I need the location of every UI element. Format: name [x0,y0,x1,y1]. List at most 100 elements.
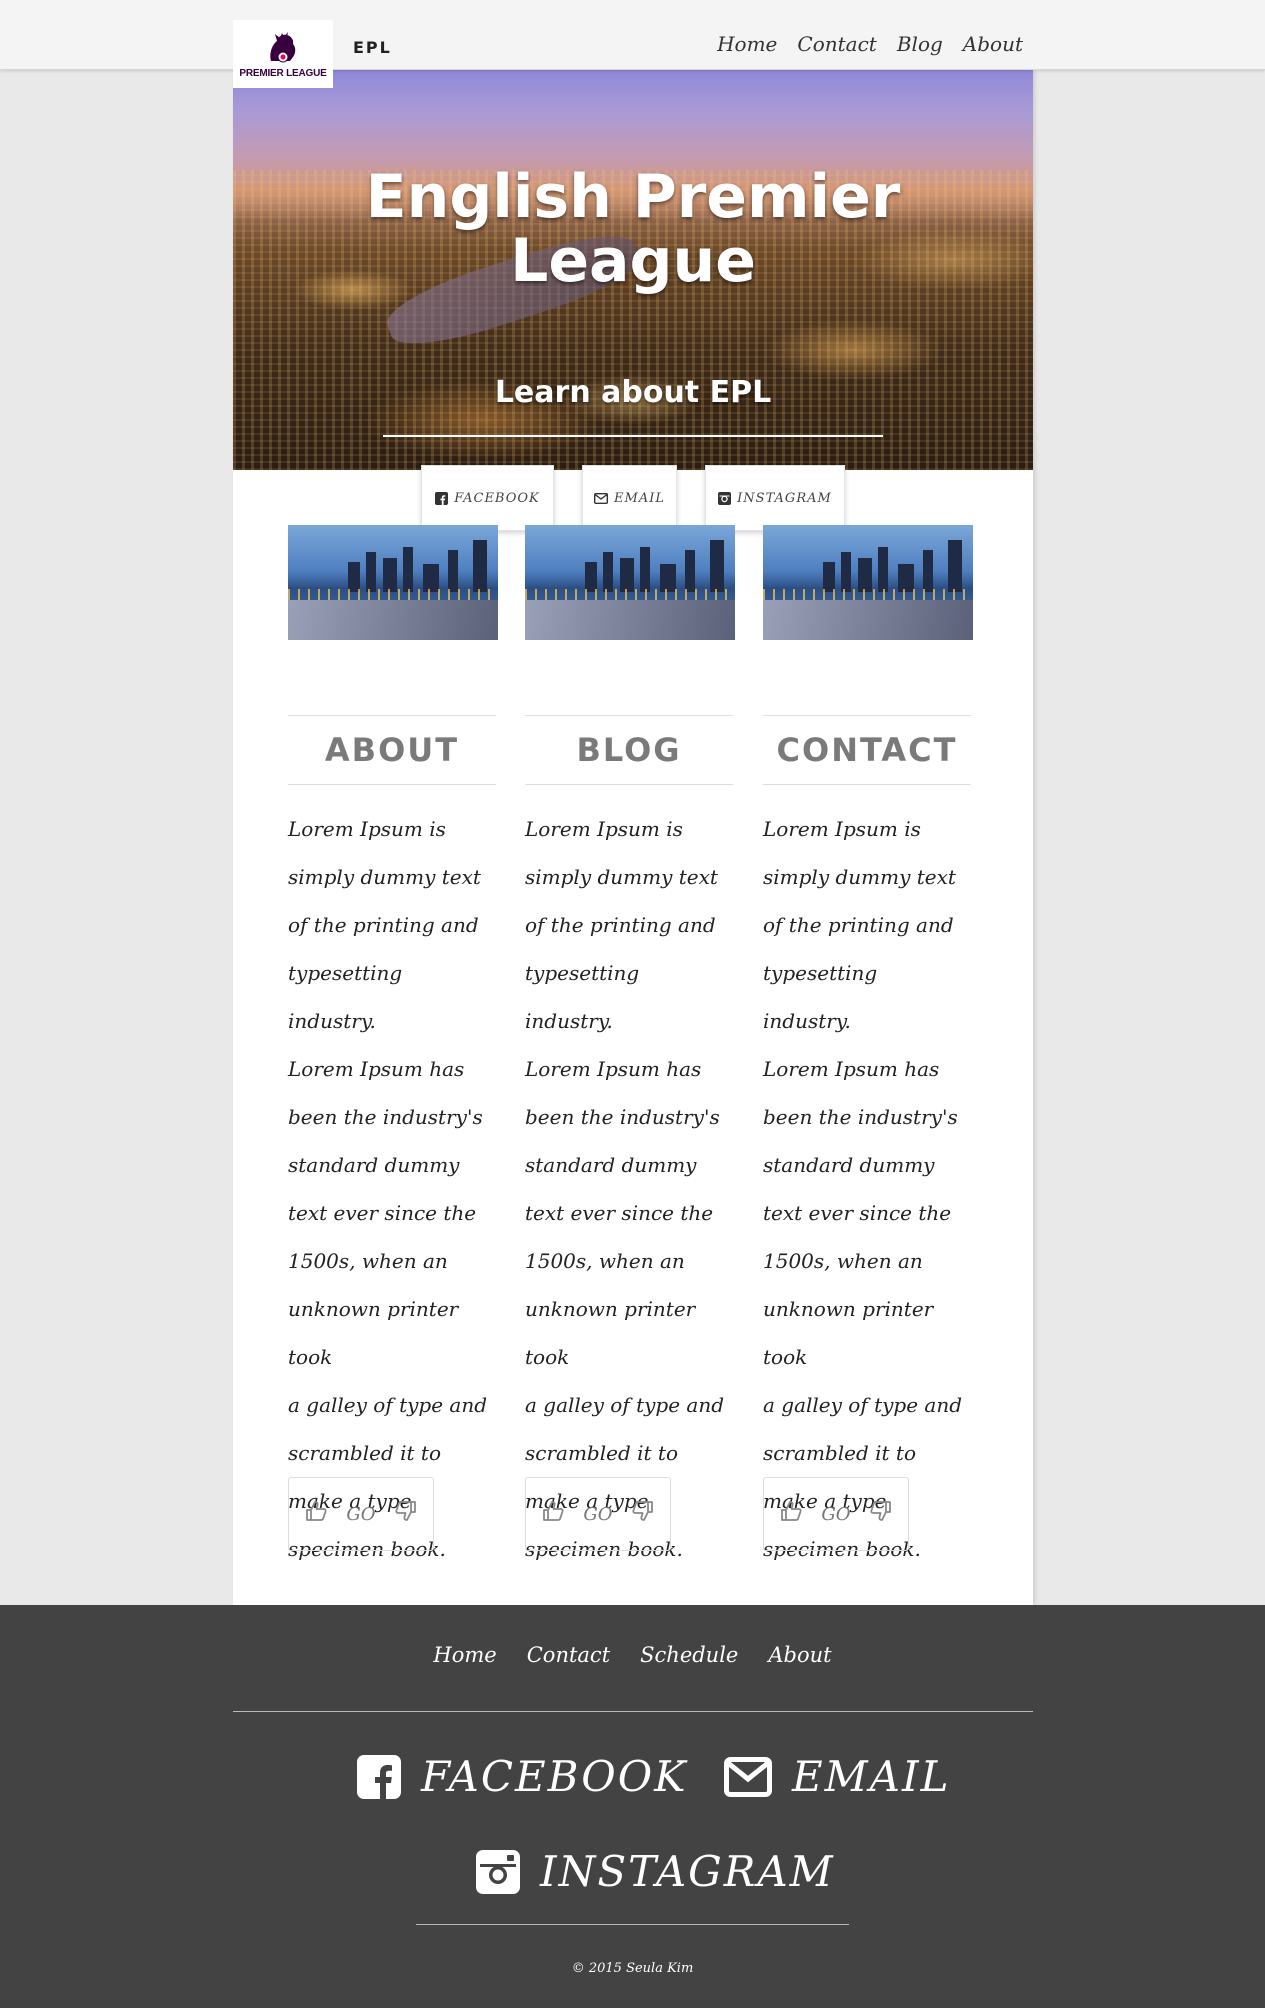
column-text-line: text ever since the [763,1201,952,1225]
column-text-line: simply dummy text [525,865,718,889]
column-text-line: been the industry's [525,1105,720,1129]
column-heading: ABOUT [288,715,496,785]
footer-instagram-link[interactable]: INSTAGRAM [476,1847,835,1896]
go-button-group: GO [525,1477,671,1551]
thumbs-down-icon[interactable] [631,1500,655,1528]
column-text-line: been the industry's [763,1105,958,1129]
email-button[interactable]: EMAIL [582,465,677,531]
facebook-icon [435,491,449,505]
column-text-line: standard dummy [525,1153,697,1177]
column-text-line: of the printing and [288,913,479,937]
footer-contact-link[interactable]: Contact [527,1643,610,1667]
column-text-line: Lorem Ipsum is [525,817,683,841]
column-text-line: Lorem Ipsum has [763,1057,940,1081]
top-navbar: PREMIER LEAGUE EPL Home Contact Blog Abo… [0,0,1265,88]
footer-email-label: EMAIL [792,1752,951,1801]
column-text-line: simply dummy text [763,865,956,889]
page-footer: Home Contact Schedule About FACEBOOK EMA… [0,1605,1265,2008]
social-button-row: FACEBOOK EMAIL INSTAGRAM [233,465,1033,531]
premier-league-logo[interactable]: PREMIER LEAGUE [233,20,333,88]
footer-about-link[interactable]: About [768,1643,831,1667]
column-text: Lorem Ipsum is simply dummy text of the pr… [525,805,733,1573]
footer-schedule-link[interactable]: Schedule [640,1643,738,1667]
nav-about-link[interactable]: About [963,32,1023,56]
column-text: Lorem Ipsum is simply dummy text of the pr… [288,805,496,1573]
footer-facebook-label: FACEBOOK [421,1752,688,1801]
column-text-line: a galley of type and [288,1393,488,1417]
footer-home-link[interactable]: Home [433,1643,496,1667]
thumbnail-image [525,525,735,640]
column-text-line: 1500s, when an [763,1249,923,1273]
column-text-line: text ever since the [525,1201,714,1225]
go-label[interactable]: GO [821,1504,850,1525]
facebook-icon [357,1754,401,1799]
go-button-group: GO [288,1477,434,1551]
column-heading: BLOG [525,715,733,785]
envelope-icon [594,492,609,504]
nav-blog-link[interactable]: Blog [897,32,943,56]
email-button-label: EMAIL [614,490,665,506]
column-text-line: unknown printer took [525,1297,696,1369]
facebook-button[interactable]: FACEBOOK [421,465,554,531]
column-text-line: Lorem Ipsum is [288,817,446,841]
footer-email-link[interactable]: EMAIL [724,1752,950,1801]
column-text-line: been the industry's [288,1105,483,1129]
column-text-line: Lorem Ipsum has [525,1057,702,1081]
column-heading: CONTACT [763,715,971,785]
column-text-line: unknown printer took [763,1297,934,1369]
column-text-line: typesetting industry. [525,961,640,1033]
go-label[interactable]: GO [583,1504,612,1525]
column-text-line: 1500s, when an [525,1249,685,1273]
column-text-line: standard dummy [288,1153,460,1177]
column-text-line: scrambled it to [763,1441,916,1465]
column-text-line: 1500s, when an [288,1249,448,1273]
column-text-line: typesetting industry. [288,961,403,1033]
column-text-line: standard dummy [763,1153,935,1177]
thumbnail-image [288,525,498,640]
thumbnail-image [763,525,973,640]
copyright-text: © 2015 Seula Kim [571,1961,694,1976]
about-column: ABOUT Lorem Ipsum is simply dummy text of … [288,715,496,1573]
brand-name[interactable]: EPL [353,38,392,57]
hero-banner: English Premier League Learn about EPL [233,70,1033,470]
footer-divider [233,1711,1033,1712]
column-text-line: a galley of type and [525,1393,725,1417]
footer-nav: Home Contact Schedule About [0,1643,1265,1667]
main-nav: Home Contact Blog About [717,32,1023,56]
instagram-icon [718,491,732,505]
column-text-line: a galley of type and [763,1393,963,1417]
column-text-line: Lorem Ipsum has [288,1057,465,1081]
column-text-line: Lorem Ipsum is [763,817,921,841]
column-text-line: text ever since the [288,1201,477,1225]
blog-column: BLOG Lorem Ipsum is simply dummy text of t… [525,715,733,1573]
lion-crest-icon [270,31,296,62]
column-text-line: of the printing and [525,913,716,937]
hero-title: English Premier League [365,162,901,296]
thumbs-up-icon[interactable] [541,1500,565,1528]
footer-divider [416,1924,849,1925]
instagram-button[interactable]: INSTAGRAM [705,465,845,531]
go-label[interactable]: GO [346,1504,375,1525]
main-content-card: English Premier League Learn about EPL F… [233,70,1033,1605]
instagram-button-label: INSTAGRAM [737,490,832,506]
thumbs-down-icon[interactable] [869,1500,893,1528]
go-button-group: GO [763,1477,909,1551]
footer-facebook-link[interactable]: FACEBOOK [357,1752,688,1801]
column-text-line: of the printing and [763,913,954,937]
instagram-icon [476,1849,520,1894]
thumbs-up-icon[interactable] [304,1500,328,1528]
column-text-line: scrambled it to [288,1441,441,1465]
hero-subtitle: Learn about EPL [494,375,772,410]
facebook-button-label: FACEBOOK [454,490,540,506]
nav-contact-link[interactable]: Contact [797,32,876,56]
thumbs-down-icon[interactable] [394,1500,418,1528]
envelope-icon [724,1756,772,1797]
column-text-line: simply dummy text [288,865,481,889]
logo-text: PREMIER LEAGUE [239,67,327,79]
column-text-line: scrambled it to [525,1441,678,1465]
hero-divider [383,435,883,437]
nav-home-link[interactable]: Home [717,32,777,56]
thumbs-up-icon[interactable] [779,1500,803,1528]
footer-instagram-label: INSTAGRAM [540,1847,835,1896]
column-text-line: unknown printer took [288,1297,459,1369]
